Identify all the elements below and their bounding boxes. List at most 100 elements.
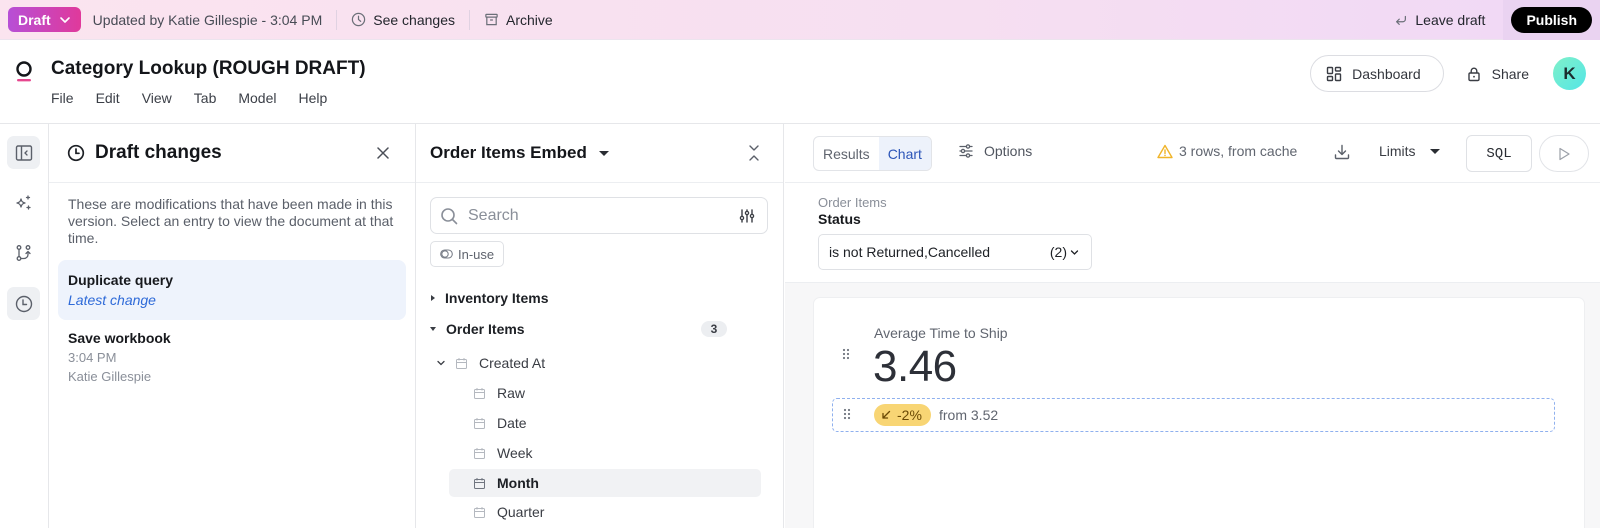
- draft-changes-panel: Draft changes These are modifications th…: [49, 124, 416, 528]
- search-icon: [441, 207, 458, 224]
- archive-button[interactable]: Archive: [484, 12, 553, 28]
- chart-canvas: Average Time to Ship 3.46 -2% from 3.52: [785, 283, 1600, 528]
- calendar-icon: [474, 447, 485, 459]
- clock-icon: [352, 12, 366, 27]
- change-title: Duplicate query: [68, 272, 174, 288]
- view-toggle: Results Chart: [813, 136, 932, 171]
- arrow-down-left-icon: [882, 410, 891, 419]
- comparison-row[interactable]: -2% from 3.52: [832, 398, 1555, 432]
- warning-icon: [1157, 144, 1173, 158]
- collapse-caret-icon: [430, 327, 436, 331]
- play-icon: [1559, 147, 1570, 160]
- model-selector[interactable]: Order Items Embed: [430, 143, 609, 163]
- filter-value: is not Returned,Cancelled: [829, 244, 991, 260]
- user-avatar[interactable]: K: [1553, 57, 1586, 90]
- ai-assistant-button[interactable]: [7, 186, 40, 219]
- draft-status-button[interactable]: Draft: [8, 7, 81, 32]
- tree-item-month[interactable]: Month: [449, 469, 761, 497]
- change-author: Katie Gillespie: [68, 369, 152, 384]
- data-model-panel: Order Items Embed In-use Inventory Items…: [416, 124, 784, 528]
- tree-item-raw[interactable]: Raw: [416, 379, 784, 407]
- menu-edit[interactable]: Edit: [96, 90, 120, 106]
- caret-down-icon: [1429, 148, 1440, 154]
- dashboard-button[interactable]: Dashboard: [1310, 55, 1444, 92]
- archive-label: Archive: [505, 11, 553, 28]
- delta-badge: -2%: [874, 404, 931, 426]
- tree-item-inventory-items[interactable]: Inventory Items: [416, 284, 784, 312]
- tree-item-created-at[interactable]: Created At: [416, 349, 784, 377]
- query-area: Results Chart Options 3 rows, from cache…: [785, 124, 1600, 528]
- menu-tab[interactable]: Tab: [194, 90, 217, 106]
- toggle-sidebar-button[interactable]: [7, 136, 40, 169]
- app-header: Category Lookup (ROUGH DRAFT) File Edit …: [0, 40, 1600, 124]
- history-button[interactable]: [7, 287, 40, 320]
- search-input[interactable]: [468, 206, 728, 225]
- query-toolbar: Results Chart Options 3 rows, from cache…: [785, 124, 1600, 183]
- clock-icon: [67, 144, 85, 162]
- tab-chart[interactable]: Chart: [878, 137, 931, 170]
- filter-bar: Order Items Status is not Returned,Cance…: [785, 183, 1600, 283]
- tree-label: Inventory Items: [445, 290, 549, 306]
- menu-bar: File Edit View Tab Model Help: [51, 90, 349, 106]
- change-item[interactable]: Save workbook 3:04 PM Katie Gillespie: [58, 318, 406, 396]
- sql-button[interactable]: SQL: [1466, 135, 1532, 172]
- tree-item-quarter[interactable]: Quarter: [416, 498, 784, 526]
- download-icon[interactable]: [1333, 143, 1351, 161]
- publish-button[interactable]: Publish: [1511, 7, 1592, 33]
- tree-label: Order Items: [446, 321, 525, 337]
- limits-dropdown[interactable]: Limits: [1379, 143, 1440, 159]
- tree-label: Raw: [497, 385, 526, 401]
- version-control-button[interactable]: [7, 236, 40, 269]
- sidebar-collapse-icon: [15, 144, 32, 161]
- change-item[interactable]: Duplicate query Latest change: [58, 260, 406, 320]
- share-button[interactable]: Share: [1466, 66, 1529, 82]
- leave-draft-button[interactable]: Leave draft: [1394, 12, 1485, 28]
- sliders-icon: [959, 144, 973, 158]
- tree-item-week[interactable]: Week: [416, 439, 784, 467]
- model-title: Order Items Embed: [430, 143, 587, 162]
- panel-title: Draft changes: [95, 142, 222, 163]
- see-changes-button[interactable]: See changes: [351, 12, 455, 28]
- in-use-filter-chip[interactable]: In-use: [430, 241, 505, 267]
- leave-draft-label: Leave draft: [1415, 12, 1486, 28]
- field-count-badge: 3: [701, 321, 727, 337]
- calendar-icon: [456, 357, 467, 369]
- tree-item-order-items[interactable]: Order Items 3: [416, 315, 784, 343]
- collapse-all-icon[interactable]: [747, 144, 761, 162]
- limits-label: Limits: [1379, 143, 1416, 159]
- tree-item-date[interactable]: Date: [416, 409, 784, 437]
- change-title: Save workbook: [68, 330, 171, 346]
- dashboard-icon: [1326, 66, 1342, 81]
- field-search[interactable]: [430, 197, 768, 234]
- run-query-button[interactable]: [1539, 135, 1589, 172]
- tree-label: Quarter: [497, 504, 545, 520]
- history-clock-icon: [15, 295, 32, 312]
- change-time: 3:04 PM: [68, 350, 117, 365]
- drag-handle-icon[interactable]: [843, 408, 851, 420]
- tab-results[interactable]: Results: [814, 137, 879, 170]
- menu-model[interactable]: Model: [238, 90, 276, 106]
- filter-count: (2): [1049, 244, 1067, 260]
- document-title[interactable]: Category Lookup (ROUGH DRAFT): [51, 58, 366, 80]
- drag-handle-icon[interactable]: [842, 348, 850, 360]
- filter-field-name: Status: [818, 211, 861, 227]
- options-button[interactable]: Options: [958, 143, 1032, 159]
- see-changes-label: See changes: [373, 11, 455, 28]
- menu-view[interactable]: View: [142, 90, 172, 106]
- filter-settings-icon[interactable]: [739, 208, 755, 224]
- cache-status-text: 3 rows, from cache: [1179, 143, 1298, 159]
- comparison-text: from 3.52: [939, 407, 999, 423]
- menu-help[interactable]: Help: [299, 90, 328, 106]
- draft-banner: Draft Updated by Katie Gillespie - 3:04 …: [0, 0, 1600, 40]
- in-use-label: In-use: [458, 246, 495, 262]
- git-branch-icon: [16, 244, 31, 261]
- draft-label: Draft: [18, 11, 51, 28]
- menu-file[interactable]: File: [51, 90, 74, 106]
- change-subtitle: Latest change: [68, 292, 156, 308]
- calendar-icon: [474, 417, 485, 429]
- status-filter-select[interactable]: is not Returned,Cancelled (2): [818, 234, 1092, 270]
- close-icon[interactable]: [375, 145, 391, 161]
- chevron-down-icon: [1070, 249, 1079, 255]
- toggle-icon: [440, 249, 453, 259]
- calendar-icon: [474, 477, 485, 489]
